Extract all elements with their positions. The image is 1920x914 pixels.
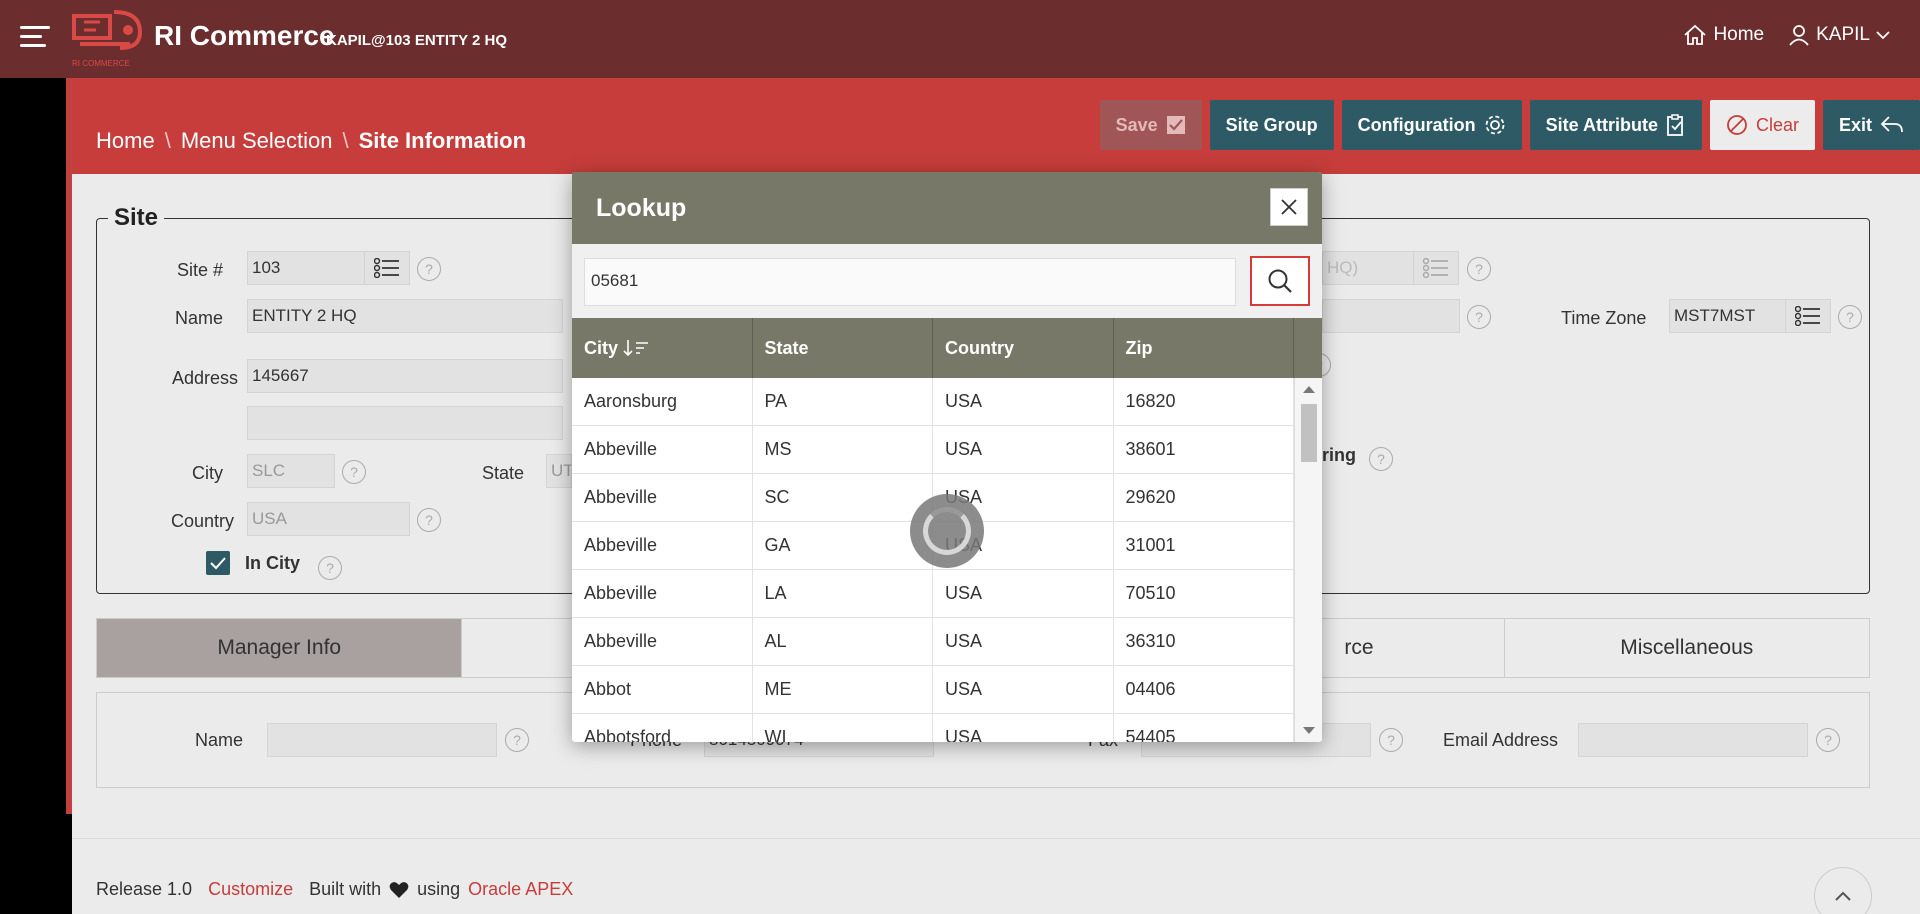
city-cell: Abbeville: [572, 474, 753, 521]
lookup-search-row: 05681: [572, 244, 1322, 318]
grid-scrollbar[interactable]: [1294, 378, 1322, 742]
state-cell: WI: [753, 714, 933, 742]
zip-cell: 36310: [1114, 618, 1294, 665]
zip-cell: 54405: [1114, 714, 1294, 742]
country-cell: USA: [933, 378, 1114, 425]
grid-header-scroll-spacer: [1294, 318, 1322, 378]
zip-cell: 04406: [1114, 666, 1294, 713]
country-cell: USA: [933, 426, 1114, 473]
search-icon: [1268, 269, 1292, 293]
city-cell: Abbeville: [572, 522, 753, 569]
country-cell: USA: [933, 618, 1114, 665]
state-cell: ME: [753, 666, 933, 713]
lookup-search-input[interactable]: 05681: [584, 258, 1236, 306]
close-icon: [1281, 199, 1297, 215]
country-cell: USA: [933, 570, 1114, 617]
zip-cell: 31001: [1114, 522, 1294, 569]
state-cell: GA: [753, 522, 933, 569]
column-header-state[interactable]: State: [753, 318, 933, 378]
table-row[interactable]: Abbot ME USA 04406: [572, 666, 1294, 714]
zip-cell: 38601: [1114, 426, 1294, 473]
state-cell: AL: [753, 618, 933, 665]
column-header-zip[interactable]: Zip: [1114, 318, 1294, 378]
table-row[interactable]: Abbeville MS USA 38601: [572, 426, 1294, 474]
lookup-grid-header: City State Country Zip: [572, 318, 1294, 378]
city-cell: Abbeville: [572, 618, 753, 665]
table-row[interactable]: Aaronsburg PA USA 16820: [572, 378, 1294, 426]
column-header-country[interactable]: Country: [933, 318, 1114, 378]
state-cell: LA: [753, 570, 933, 617]
zip-cell: 29620: [1114, 474, 1294, 521]
state-cell: PA: [753, 378, 933, 425]
country-cell: USA: [933, 666, 1114, 713]
country-cell: USA: [933, 714, 1114, 742]
city-cell: Abbotsford: [572, 714, 753, 742]
scroll-up-arrow-icon[interactable]: [1303, 386, 1315, 393]
lookup-search-button[interactable]: [1250, 256, 1310, 306]
zip-cell: 70510: [1114, 570, 1294, 617]
table-row[interactable]: Abbeville AL USA 36310: [572, 618, 1294, 666]
scroll-thumb[interactable]: [1301, 404, 1317, 462]
loading-spinner-icon: [910, 494, 984, 568]
state-cell: MS: [753, 426, 933, 473]
state-cell: SC: [753, 474, 933, 521]
column-header-city[interactable]: City: [572, 318, 753, 378]
city-cell: Abbeville: [572, 570, 753, 617]
city-header-label: City: [584, 337, 619, 358]
lookup-dialog: Lookup 05681 City State Country Zip Aaro…: [572, 172, 1322, 742]
table-row[interactable]: Abbeville LA USA 70510: [572, 570, 1294, 618]
lookup-header: Lookup: [572, 172, 1322, 244]
city-cell: Abbot: [572, 666, 753, 713]
zip-cell: 16820: [1114, 378, 1294, 425]
table-row[interactable]: Abbotsford WI USA 54405: [572, 714, 1294, 742]
city-cell: Aaronsburg: [572, 378, 753, 425]
lookup-title: Lookup: [596, 193, 687, 222]
city-cell: Abbeville: [572, 426, 753, 473]
sort-descending-icon: [623, 340, 649, 357]
scroll-down-arrow-icon[interactable]: [1303, 727, 1315, 734]
close-button[interactable]: [1270, 188, 1308, 226]
